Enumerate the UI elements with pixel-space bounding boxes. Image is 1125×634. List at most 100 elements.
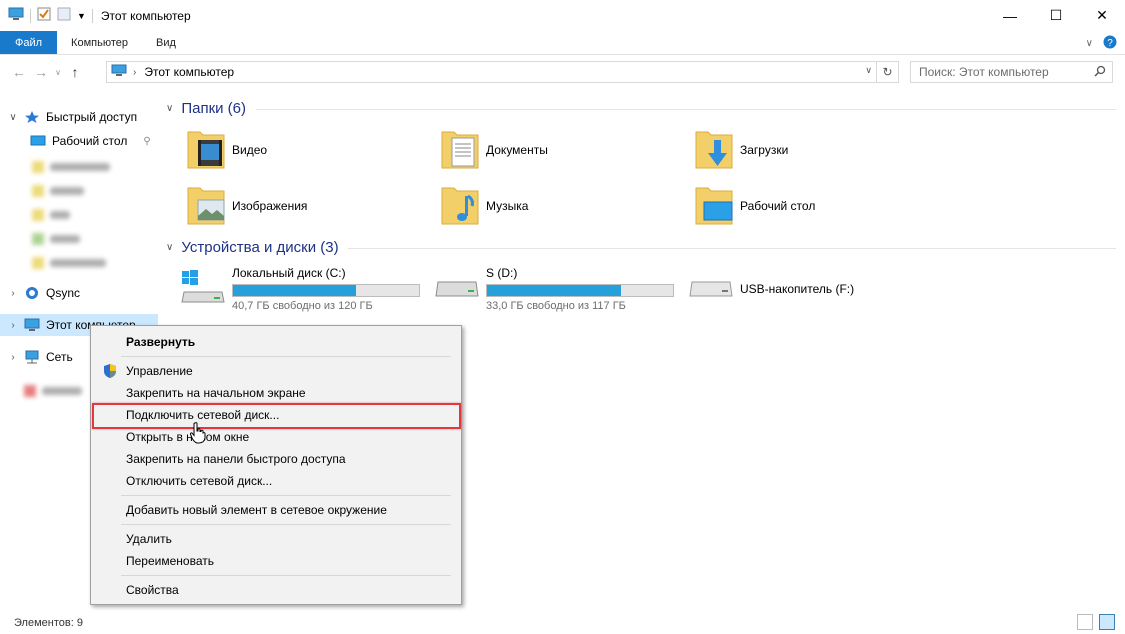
group-header-devices[interactable]: ∨ Устройства и диски (3) <box>166 239 339 256</box>
group-header-label: Папки (6) <box>181 100 247 117</box>
folder-label: Загрузки <box>740 143 789 157</box>
drive-free-space: 40,7 ГБ свободно из 120 ГБ <box>232 300 373 312</box>
nav-item-network[interactable]: › Сеть <box>0 346 73 368</box>
folder-item[interactable]: Загрузки <box>694 126 788 174</box>
qsync-icon <box>24 286 40 300</box>
folder-label: Музыка <box>486 199 529 213</box>
drive-label: USB-накопитель (F:) <box>740 282 855 296</box>
menu-item-rename[interactable]: Переименовать <box>92 550 460 572</box>
menu-item-pin-quick-access[interactable]: Закрепить на панели быстрого доступа <box>92 448 460 470</box>
menu-item-expand[interactable]: Развернуть <box>92 331 460 353</box>
computer-icon <box>111 64 127 80</box>
blurred-nav-item <box>32 208 70 222</box>
drive-item[interactable]: Локальный диск (C:) 40,7 ГБ свободно из … <box>180 266 440 312</box>
chevron-right-icon[interactable]: › <box>6 320 20 331</box>
blurred-nav-item <box>32 160 110 174</box>
folder-label: Видео <box>232 143 268 157</box>
computer-icon[interactable] <box>8 7 24 24</box>
window-title: Этот компьютер <box>100 8 191 23</box>
toolbar-divider <box>91 8 93 23</box>
new-folder-icon[interactable] <box>57 7 71 24</box>
status-bar: Элементов: 9 <box>0 612 1125 634</box>
nav-item-qsync[interactable]: › Qsync <box>0 282 80 304</box>
folder-item[interactable]: Документы <box>440 126 548 174</box>
documents-folder-icon <box>440 126 486 175</box>
refresh-icon: ↻ <box>882 65 893 79</box>
music-folder-icon <box>440 182 486 231</box>
menu-item-add-network-location[interactable]: Добавить новый элемент в сетевое окружен… <box>92 499 460 521</box>
menu-item-open-new-window[interactable]: Открыть в новом окне <box>92 426 460 448</box>
chevron-down-icon[interactable]: ∨ <box>6 112 20 123</box>
refresh-button[interactable]: ↻ <box>877 61 899 83</box>
desktop-icon <box>30 134 46 148</box>
search-input[interactable]: Поиск: Этот компьютер <box>919 65 1049 79</box>
folder-item[interactable]: Музыка <box>440 182 528 230</box>
nav-label: Qsync <box>46 286 81 300</box>
tab-file[interactable]: Файл <box>0 31 58 54</box>
expand-ribbon-icon[interactable]: ∨ <box>1086 38 1093 49</box>
drive-label: S (D:) <box>486 266 518 280</box>
address-field[interactable]: › Этот компьютер ∨ <box>106 61 877 83</box>
menu-item-disconnect-drive[interactable]: Отключить сетевой диск... <box>92 470 460 492</box>
menu-separator <box>121 356 451 357</box>
search-box[interactable]: Поиск: Этот компьютер <box>910 61 1113 83</box>
item-count: Элементов: 9 <box>14 617 83 629</box>
nav-item-desktop[interactable]: Рабочий стол ⚲ <box>26 130 151 152</box>
tab-computer[interactable]: Компьютер <box>57 31 142 54</box>
computer-icon <box>24 318 40 332</box>
title-bar: ▼ Этот компьютер — ☐ ✕ <box>0 0 1125 31</box>
group-header-label: Устройства и диски (3) <box>181 239 339 256</box>
downloads-folder-icon <box>694 126 740 175</box>
nav-label: Сеть <box>46 350 73 364</box>
menu-item-pin-start[interactable]: Закрепить на начальном экране <box>92 382 460 404</box>
forward-arrow-icon[interactable]: → <box>30 64 52 80</box>
blurred-nav-item <box>24 384 82 398</box>
ribbon-tabs: Файл Компьютер Вид ∨ ? <box>0 31 1125 55</box>
minimize-button[interactable]: — <box>987 0 1033 31</box>
pin-icon[interactable]: ⚲ <box>143 136 150 147</box>
details-view-icon[interactable] <box>1077 614 1093 630</box>
group-header-folders[interactable]: ∨ Папки (6) <box>166 100 246 117</box>
chevron-down-icon[interactable]: ∨ <box>166 103 173 114</box>
help-icon[interactable]: ? <box>1103 35 1117 52</box>
address-dropdown-icon[interactable]: ∨ <box>865 65 872 76</box>
drive-free-space: 33,0 ГБ свободно из 117 ГБ <box>486 300 626 312</box>
menu-item-delete[interactable]: Удалить <box>92 528 460 550</box>
ribbon-right-controls: ∨ ? <box>1086 35 1117 52</box>
drive-item[interactable]: USB-накопитель (F:) <box>688 266 948 312</box>
svg-text:?: ? <box>1107 38 1113 49</box>
drive-usage-bar <box>486 284 674 297</box>
folder-item[interactable]: Изображения <box>186 182 307 230</box>
blurred-nav-item <box>32 184 84 198</box>
properties-icon[interactable] <box>37 7 51 24</box>
nav-label: Рабочий стол <box>52 134 128 148</box>
nav-item-quick-access[interactable]: ∨ Быстрый доступ <box>0 106 137 128</box>
close-button[interactable]: ✕ <box>1079 0 1125 31</box>
back-arrow-icon[interactable]: ← <box>8 64 30 80</box>
chevron-right-icon[interactable]: › <box>6 288 20 299</box>
desktop-folder-icon <box>694 182 740 231</box>
address-path: Этот компьютер <box>144 65 235 79</box>
customize-dropdown-icon[interactable]: ▼ <box>77 11 86 21</box>
address-separator-icon[interactable]: › <box>133 67 136 78</box>
chevron-down-icon[interactable]: ∨ <box>166 242 173 253</box>
view-switcher <box>1077 614 1115 630</box>
drive-usage-bar <box>232 284 420 297</box>
tab-view[interactable]: Вид <box>142 31 190 54</box>
maximize-button[interactable]: ☐ <box>1033 0 1079 31</box>
menu-separator <box>121 575 451 576</box>
menu-item-label: Управление <box>126 364 193 378</box>
menu-item-manage[interactable]: Управление <box>92 360 460 382</box>
drive-usage-fill <box>233 285 356 296</box>
highlight-frame <box>92 403 461 429</box>
quick-access-toolbar: ▼ <box>0 7 93 24</box>
recent-locations-icon[interactable]: ∨ <box>52 68 64 77</box>
chevron-right-icon[interactable]: › <box>6 352 20 363</box>
large-icons-view-icon[interactable] <box>1099 614 1115 630</box>
menu-item-properties[interactable]: Свойства <box>92 579 460 601</box>
drive-item[interactable]: S (D:) 33,0 ГБ свободно из 117 ГБ <box>434 266 694 312</box>
folder-item[interactable]: Видео <box>186 126 267 174</box>
folder-item[interactable]: Рабочий стол <box>694 182 815 230</box>
up-arrow-icon[interactable]: ↑ <box>64 64 86 80</box>
usb-drive-icon <box>688 268 734 309</box>
